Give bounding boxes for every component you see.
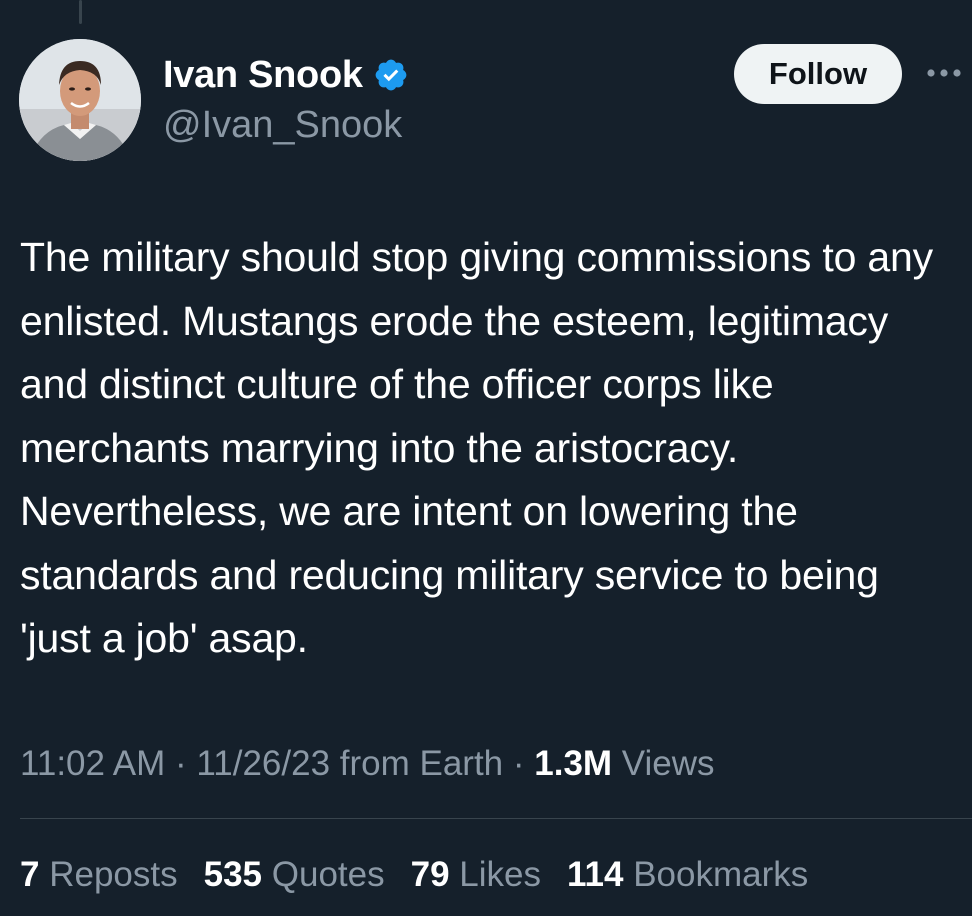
views-count: 1.3M <box>534 744 613 783</box>
stat-label: Bookmarks <box>633 855 809 894</box>
more-options-icon[interactable] <box>924 58 964 88</box>
stat-label: Quotes <box>271 855 385 894</box>
stat-likes[interactable]: 79 Likes <box>411 852 541 898</box>
avatar[interactable] <box>19 39 141 161</box>
tweet-metadata: 11:02 AM · 11/26/23 from Earth · 1.3M Vi… <box>20 741 715 787</box>
tweet-source: from Earth <box>330 744 504 783</box>
author-handle[interactable]: @Ivan_Snook <box>163 104 402 147</box>
views-label: Views <box>612 744 715 783</box>
tweet-time[interactable]: 11:02 AM <box>20 744 165 783</box>
tweet-text: The military should stop giving commissi… <box>20 234 933 661</box>
follow-button[interactable]: Follow <box>734 44 902 104</box>
meta-separator: · <box>503 744 535 783</box>
author-name-row: Ivan Snook <box>163 50 409 100</box>
stat-reposts[interactable]: 7 Reposts <box>20 852 178 898</box>
divider <box>20 818 972 819</box>
meta-separator: · <box>165 744 197 783</box>
verified-badge-icon[interactable] <box>373 57 409 93</box>
profile-photo <box>19 39 141 161</box>
engagement-stats: 7 Reposts 535 Quotes 79 Likes 114 Bookma… <box>20 852 834 898</box>
stat-count: 114 <box>567 855 624 894</box>
stat-bookmarks[interactable]: 114 Bookmarks <box>567 852 808 898</box>
stat-label: Reposts <box>49 855 178 894</box>
tweet-date[interactable]: 11/26/23 <box>196 744 330 783</box>
thread-connector-line <box>79 0 82 24</box>
author-display-name[interactable]: Ivan Snook <box>163 54 363 97</box>
stat-count: 7 <box>20 855 40 894</box>
stat-quotes[interactable]: 535 Quotes <box>204 852 385 898</box>
stat-count: 535 <box>203 855 263 894</box>
stat-label: Likes <box>459 855 541 894</box>
stat-count: 79 <box>410 855 450 894</box>
